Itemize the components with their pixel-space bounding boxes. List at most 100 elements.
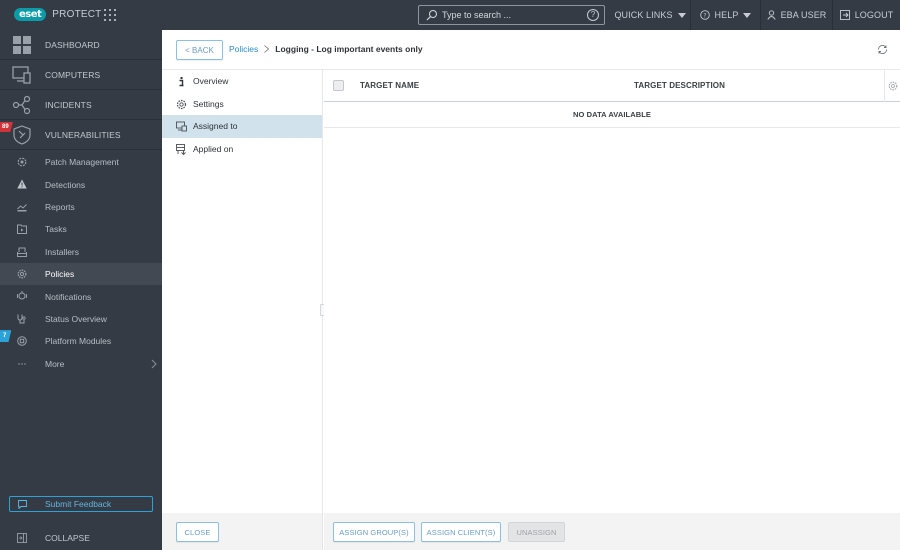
sidebar-item-label: Notifications xyxy=(45,291,92,302)
footer-actions: ASSIGN GROUP(S) ASSIGN CLIENT(S) UNASSIG… xyxy=(324,513,900,550)
breadcrumb: Policies Logging - Log important events … xyxy=(229,44,423,54)
sidebar-item-incidents[interactable]: INCIDENTS xyxy=(0,90,162,120)
breadcrumb-current: Logging - Log important events only xyxy=(275,44,423,54)
sidebar-item-status-overview[interactable]: Status Overview xyxy=(0,308,162,330)
gear-icon xyxy=(176,99,187,109)
assign-groups-button[interactable]: ASSIGN GROUP(S) xyxy=(333,522,415,542)
top-bar: eset PROTECT ? QUICK LINKS ? HELP EBA US… xyxy=(0,0,900,30)
tab-overview[interactable]: Overview xyxy=(162,70,322,93)
user-icon xyxy=(766,10,776,20)
column-header-target-description[interactable]: TARGET DESCRIPTION xyxy=(634,81,725,90)
submit-feedback-button[interactable]: Submit Feedback xyxy=(9,496,153,512)
back-button[interactable]: < BACK xyxy=(176,40,223,60)
footer-left: CLOSE xyxy=(162,513,323,550)
tab-assigned-to[interactable]: Assigned to xyxy=(162,115,322,138)
sidebar-item-label: Status Overview xyxy=(45,313,107,324)
dashboard-icon xyxy=(13,36,31,54)
apps-grid-icon[interactable] xyxy=(104,9,116,21)
sidebar-item-policies[interactable]: Policies xyxy=(0,262,162,286)
warning-icon xyxy=(17,179,27,189)
sidebar-item-label: COMPUTERS xyxy=(45,69,101,80)
applied-icon xyxy=(176,143,186,155)
policies-icon xyxy=(17,269,27,279)
sidebar-item-label: Installers xyxy=(45,246,80,257)
question-circle-icon[interactable]: ? xyxy=(587,9,599,21)
sidebar-item-label: Tasks xyxy=(45,224,67,235)
more-icon xyxy=(18,362,26,365)
sidebar-item-more[interactable]: More xyxy=(0,353,162,375)
tab-label: Settings xyxy=(193,98,224,109)
sidebar-item-computers[interactable]: COMPUTERS xyxy=(0,60,162,90)
help-label: HELP xyxy=(714,10,739,20)
tab-label: Overview xyxy=(193,76,229,87)
eset-logo[interactable]: eset PROTECT xyxy=(14,8,101,21)
search-input[interactable] xyxy=(442,10,582,20)
sidebar-item-notifications[interactable]: Notifications xyxy=(0,285,162,307)
notifications-icon xyxy=(17,291,27,300)
collapse-sidebar-button[interactable]: COLLAPSE xyxy=(0,526,162,550)
policy-detail-nav: Overview Settings Assigned to Applied on xyxy=(162,70,323,513)
collapse-label: COLLAPSE xyxy=(45,533,90,543)
sidebar-item-detections[interactable]: Detections xyxy=(0,173,162,195)
quick-links-menu[interactable]: QUICK LINKS xyxy=(610,0,690,30)
vulnerabilities-icon xyxy=(13,125,31,145)
sidebar-item-dashboard[interactable]: DASHBOARD xyxy=(0,30,162,60)
sidebar-item-label: Detections xyxy=(45,179,86,190)
assigned-targets-table: TARGET NAME TARGET DESCRIPTION NO DATA A… xyxy=(324,70,900,513)
sidebar-item-label: Platform Modules xyxy=(45,336,112,347)
installers-icon xyxy=(17,247,27,257)
sidebar-item-label: More xyxy=(45,358,65,369)
search-icon xyxy=(426,10,437,21)
logout-label: LOGOUT xyxy=(854,10,894,20)
sidebar-item-label: Policies xyxy=(45,269,75,280)
quick-links-label: QUICK LINKS xyxy=(614,10,673,20)
svg-text:?: ? xyxy=(703,12,706,19)
info-icon xyxy=(179,77,184,87)
incidents-icon xyxy=(12,95,31,115)
caret-down-icon xyxy=(743,12,752,18)
computers-icon xyxy=(12,66,31,84)
refresh-icon[interactable] xyxy=(877,44,888,55)
sidebar-item-label: Reports xyxy=(45,201,75,212)
gear-icon xyxy=(888,81,898,91)
sidebar-item-label: DASHBOARD xyxy=(45,39,100,50)
unassign-button[interactable]: UNASSIGN xyxy=(508,522,565,542)
chevron-right-icon xyxy=(151,359,157,368)
breadcrumb-policies-link[interactable]: Policies xyxy=(229,44,258,54)
patch-icon xyxy=(17,157,27,167)
user-name: EBA USER xyxy=(780,10,827,20)
sidebar-item-installers[interactable]: Installers xyxy=(0,241,162,263)
table-header: TARGET NAME TARGET DESCRIPTION xyxy=(324,70,900,102)
logout-button[interactable]: LOGOUT xyxy=(832,0,900,30)
sidebar-item-patch-management[interactable]: Patch Management xyxy=(0,151,162,173)
column-header-target-name[interactable]: TARGET NAME xyxy=(360,81,419,90)
status-icon xyxy=(17,314,26,324)
help-menu[interactable]: ? HELP xyxy=(690,0,760,30)
submit-feedback-label: Submit Feedback xyxy=(45,499,112,509)
sidebar-item-vulnerabilities[interactable]: 89 VULNERABILITIES xyxy=(0,120,162,150)
close-button[interactable]: CLOSE xyxy=(176,522,219,542)
sidebar: DASHBOARD COMPUTERS INCIDENTS 89 VULNERA… xyxy=(0,30,162,550)
tasks-icon xyxy=(17,224,27,235)
help-circle-icon: ? xyxy=(699,10,710,20)
search-box: ? xyxy=(418,5,605,25)
select-all-checkbox[interactable] xyxy=(333,80,344,91)
user-menu[interactable]: EBA USER xyxy=(760,0,832,30)
sidebar-item-label: INCIDENTS xyxy=(45,99,92,110)
sidebar-item-reports[interactable]: Reports xyxy=(0,196,162,218)
caret-down-icon xyxy=(677,12,686,18)
tab-label: Applied on xyxy=(193,143,234,154)
logout-icon xyxy=(839,10,850,20)
assign-clients-button[interactable]: ASSIGN CLIENT(S) xyxy=(421,522,501,542)
tab-label: Assigned to xyxy=(193,121,238,132)
tab-applied-on[interactable]: Applied on xyxy=(162,138,322,161)
assigned-icon xyxy=(176,121,187,132)
column-settings-button[interactable] xyxy=(884,70,900,102)
sidebar-item-platform-modules[interactable]: 7 Platform Modules xyxy=(0,330,162,352)
logo-badge: eset xyxy=(14,8,47,21)
platform-modules-count-badge: 7 xyxy=(0,330,12,343)
content-header: < BACK Policies Logging - Log important … xyxy=(162,30,900,70)
chevron-right-icon xyxy=(264,45,270,53)
tab-settings[interactable]: Settings xyxy=(162,93,322,116)
sidebar-item-tasks[interactable]: Tasks xyxy=(0,218,162,240)
